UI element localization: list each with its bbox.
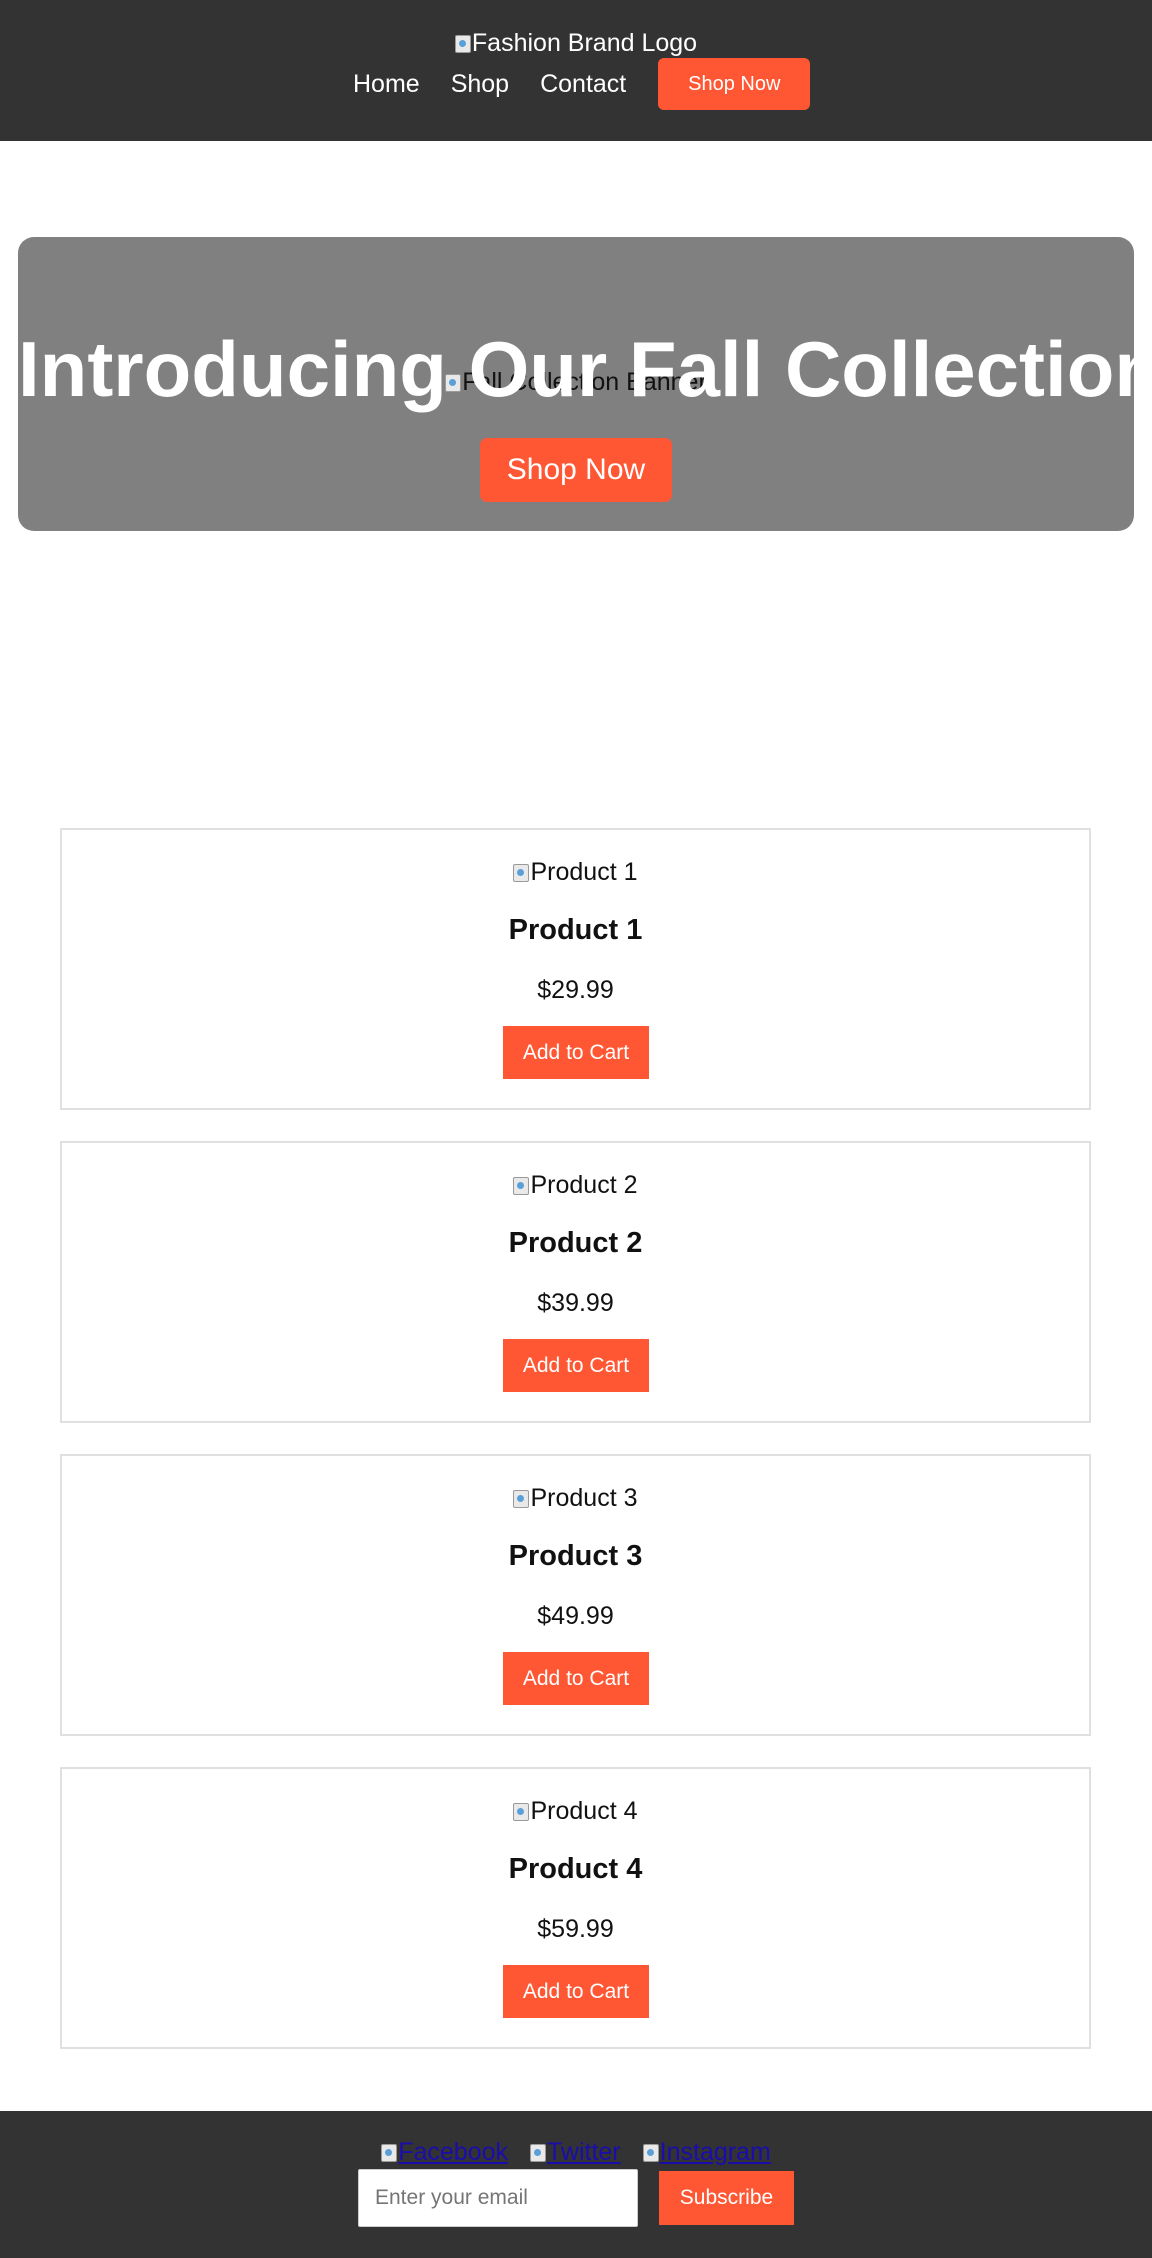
add-to-cart-button[interactable]: Add to Cart bbox=[503, 1026, 649, 1079]
social-link-instagram[interactable]: Instagram bbox=[642, 2136, 771, 2168]
product-card-2: Product 2 Product 2 $39.99 Add to Cart bbox=[60, 1141, 1091, 1423]
product-image-alt-text: Product 1 bbox=[530, 858, 638, 886]
product-price: $39.99 bbox=[537, 1289, 614, 1317]
social-link-label: Instagram bbox=[659, 2138, 771, 2166]
product-image[interactable]: Product 2 bbox=[62, 1170, 1089, 1200]
facebook-icon bbox=[381, 2144, 398, 2162]
broken-image-icon bbox=[513, 1490, 530, 1508]
nav-link-shop[interactable]: Shop bbox=[451, 58, 509, 110]
product-image[interactable]: Product 4 bbox=[62, 1796, 1089, 1826]
broken-image-icon bbox=[513, 1177, 530, 1195]
add-to-cart-button[interactable]: Add to Cart bbox=[503, 1652, 649, 1705]
nav-link-home[interactable]: Home bbox=[353, 58, 420, 110]
product-card-4: Product 4 Product 4 $59.99 Add to Cart bbox=[60, 1767, 1091, 2049]
brand-logo-alt-text: Fashion Brand Logo bbox=[471, 29, 698, 57]
product-price: $59.99 bbox=[537, 1915, 614, 1943]
instagram-icon bbox=[642, 2144, 659, 2162]
social-links: Facebook Twitter Instagram bbox=[0, 2136, 1152, 2168]
subscribe-button[interactable]: Subscribe bbox=[659, 2171, 794, 2225]
product-card-3: Product 3 Product 3 $49.99 Add to Cart bbox=[60, 1454, 1091, 1736]
site-header: Fashion Brand Logo Home Shop Contact Sho… bbox=[0, 0, 1152, 141]
add-to-cart-button[interactable]: Add to Cart bbox=[503, 1339, 649, 1392]
add-to-cart-button[interactable]: Add to Cart bbox=[503, 1965, 649, 2018]
newsletter-form: Subscribe bbox=[358, 2169, 794, 2227]
social-link-label: Twitter bbox=[547, 2138, 621, 2166]
twitter-icon bbox=[530, 2144, 546, 2162]
social-link-facebook[interactable]: Facebook bbox=[381, 2136, 508, 2168]
site-footer: Facebook Twitter Instagram Subscribe bbox=[0, 2111, 1152, 2258]
broken-image-icon bbox=[454, 35, 471, 53]
hero-banner: Fall Collection Banner Introducing Our F… bbox=[18, 237, 1134, 531]
product-image[interactable]: Product 1 bbox=[62, 857, 1089, 887]
product-image-alt-text: Product 3 bbox=[530, 1484, 638, 1512]
product-price: $49.99 bbox=[537, 1602, 614, 1630]
product-name: Product 3 bbox=[508, 1540, 643, 1572]
product-name: Product 4 bbox=[508, 1853, 643, 1885]
social-link-twitter[interactable]: Twitter bbox=[530, 2136, 621, 2168]
product-name: Product 2 bbox=[508, 1227, 643, 1259]
broken-image-icon bbox=[513, 864, 530, 882]
email-input[interactable] bbox=[358, 2169, 638, 2227]
broken-image-icon bbox=[513, 1803, 530, 1821]
product-card-1: Product 1 Product 1 $29.99 Add to Cart bbox=[60, 828, 1091, 1110]
social-link-label: Facebook bbox=[398, 2138, 508, 2166]
nav-link-contact[interactable]: Contact bbox=[540, 58, 626, 110]
product-name: Product 1 bbox=[508, 914, 643, 946]
brand-logo[interactable]: Fashion Brand Logo bbox=[0, 27, 1152, 59]
product-price: $29.99 bbox=[537, 976, 614, 1004]
hero-shop-now-button[interactable]: Shop Now bbox=[480, 438, 672, 502]
product-image-alt-text: Product 4 bbox=[530, 1797, 638, 1825]
header-shop-now-button[interactable]: Shop Now bbox=[658, 58, 811, 110]
product-image[interactable]: Product 3 bbox=[62, 1483, 1089, 1513]
product-image-alt-text: Product 2 bbox=[530, 1171, 638, 1199]
hero-title: Introducing Our Fall Collection bbox=[18, 325, 1134, 413]
main-nav: Home Shop Contact Shop Now bbox=[353, 58, 811, 110]
